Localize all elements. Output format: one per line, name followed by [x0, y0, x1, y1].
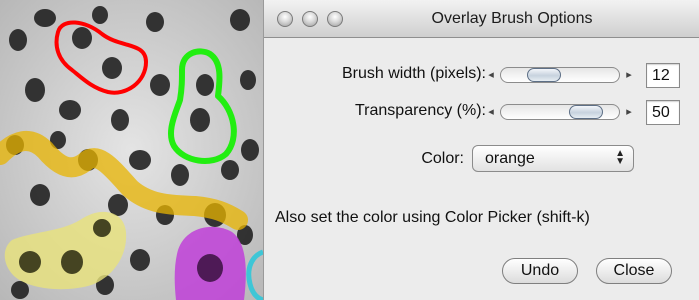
microscopy-image[interactable] — [0, 0, 263, 300]
info-text: Also set the color using Color Picker (s… — [275, 209, 590, 226]
slider-thumb[interactable] — [527, 68, 561, 82]
color-select[interactable]: orange ▲ ▼ — [472, 145, 634, 172]
brush-width-label: Brush width (pixels): — [341, 65, 486, 82]
undo-button[interactable]: Undo — [502, 258, 578, 284]
right-arrow-icon[interactable]: ▸ — [622, 102, 636, 122]
right-arrow-icon[interactable]: ▸ — [622, 65, 636, 85]
color-label: Color: — [421, 150, 464, 167]
transparency-label: Transparency (%): — [355, 102, 486, 119]
slider-track[interactable] — [500, 104, 620, 120]
left-arrow-icon[interactable]: ◂ — [484, 65, 498, 85]
close-button[interactable]: Close — [596, 258, 672, 284]
window-title: Overlay Brush Options — [431, 10, 593, 27]
color-select-value: orange — [485, 150, 535, 167]
brush-width-field[interactable]: 12 — [646, 63, 680, 88]
slider-track[interactable] — [500, 67, 620, 83]
transparency-slider[interactable]: ◂ ▸ — [484, 102, 636, 122]
image-canvas[interactable] — [0, 0, 263, 300]
transparency-field[interactable]: 50 — [646, 100, 680, 125]
slider-thumb[interactable] — [569, 105, 603, 119]
overlay-brush-options-dialog: Overlay Brush Options Brush width (pixel… — [263, 0, 699, 300]
chevron-updown-icon: ▲ ▼ — [615, 148, 625, 167]
left-arrow-icon[interactable]: ◂ — [484, 102, 498, 122]
brush-width-slider[interactable]: ◂ ▸ — [484, 65, 636, 85]
window-titlebar[interactable]: Overlay Brush Options — [264, 0, 699, 38]
